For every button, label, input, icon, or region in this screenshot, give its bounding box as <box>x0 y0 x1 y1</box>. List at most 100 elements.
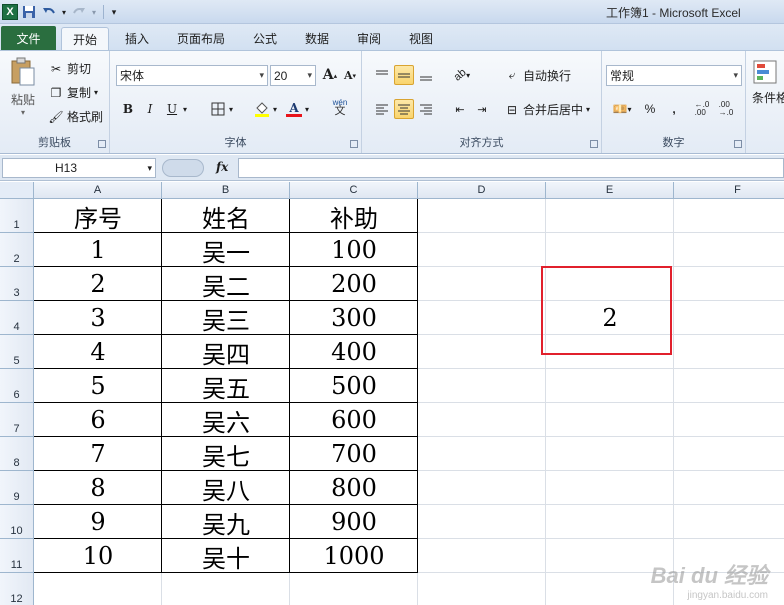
table-cell[interactable]: 吴二 <box>162 267 290 301</box>
grid-cell[interactable] <box>162 573 290 605</box>
cut-button[interactable]: ✂ 剪切 <box>48 60 91 77</box>
table-cell[interactable]: 800 <box>290 471 418 505</box>
column-header-f[interactable]: F <box>674 182 784 199</box>
row-header[interactable]: 5 <box>0 335 34 369</box>
grid-cell[interactable] <box>418 199 546 233</box>
column-header-e[interactable]: E <box>546 182 674 199</box>
column-header-d[interactable]: D <box>418 182 546 199</box>
align-middle-button[interactable] <box>394 65 414 85</box>
row-header[interactable]: 11 <box>0 539 34 573</box>
align-right-button[interactable] <box>416 99 436 119</box>
undo-icon[interactable] <box>40 3 58 21</box>
table-cell[interactable]: 吴一 <box>162 233 290 267</box>
row-header[interactable]: 4 <box>0 301 34 335</box>
excel-logo[interactable]: X <box>2 4 18 20</box>
grid-cell[interactable] <box>674 267 784 301</box>
table-cell[interactable]: 8 <box>34 471 162 505</box>
worksheet[interactable]: A B C D E F 1 2 3 4 5 6 7 8 9 10 11 12 序号 姓名 补助 1 吴一 100 2… <box>0 182 784 605</box>
row-header[interactable]: 3 <box>0 267 34 301</box>
conditional-formatting-button[interactable]: 条件格 <box>752 59 784 106</box>
table-cell[interactable]: 3 <box>34 301 162 335</box>
grid-cell[interactable] <box>674 437 784 471</box>
row-header[interactable]: 1 <box>0 199 34 233</box>
grid-cell[interactable] <box>418 335 546 369</box>
result-cell-e4[interactable]: 2 <box>546 301 674 335</box>
font-size-select[interactable]: 20 ▾ <box>270 65 316 86</box>
tab-insert[interactable]: 插入 <box>114 27 160 50</box>
tab-view[interactable]: 视图 <box>398 27 444 50</box>
align-left-button[interactable] <box>372 99 392 119</box>
grid-cell[interactable] <box>674 233 784 267</box>
underline-button[interactable]: U <box>162 99 182 119</box>
comma-button[interactable]: , <box>664 99 684 119</box>
font-color-dropdown-icon[interactable]: ▾ <box>302 99 312 119</box>
format-painter-button[interactable]: 🖌 格式刷 <box>48 108 103 125</box>
currency-format-button[interactable]: 💴 ▾ <box>608 99 636 119</box>
grid-cell[interactable] <box>418 403 546 437</box>
grid-cell[interactable] <box>546 369 674 403</box>
redo-dropdown-icon[interactable]: ▾ <box>90 3 98 21</box>
table-header-cell[interactable]: 姓名 <box>162 199 290 233</box>
row-header[interactable]: 7 <box>0 403 34 437</box>
borders-dropdown-icon[interactable]: ▾ <box>226 99 236 119</box>
customize-icon[interactable]: ▾ <box>109 3 119 21</box>
table-cell[interactable]: 吴四 <box>162 335 290 369</box>
grid-cell[interactable] <box>418 267 546 301</box>
shrink-font-button[interactable]: A ▾ <box>340 65 360 85</box>
font-name-select[interactable]: 宋体 ▾ <box>116 65 268 86</box>
grid-cell[interactable] <box>546 233 674 267</box>
table-cell[interactable]: 吴六 <box>162 403 290 437</box>
grid-cell[interactable] <box>546 505 674 539</box>
formula-input[interactable] <box>238 158 784 178</box>
save-icon[interactable] <box>20 3 38 21</box>
grid-cell[interactable] <box>418 437 546 471</box>
grid-cell[interactable] <box>674 369 784 403</box>
grid-cell[interactable] <box>546 403 674 437</box>
underline-dropdown-icon[interactable]: ▾ <box>180 99 190 119</box>
table-cell[interactable]: 500 <box>290 369 418 403</box>
table-cell[interactable]: 吴八 <box>162 471 290 505</box>
row-header[interactable]: 9 <box>0 471 34 505</box>
tab-data[interactable]: 数据 <box>294 27 340 50</box>
grid-cell[interactable] <box>418 505 546 539</box>
table-cell[interactable]: 吴七 <box>162 437 290 471</box>
table-cell[interactable]: 吴三 <box>162 301 290 335</box>
tab-file[interactable]: 文件 <box>1 26 56 50</box>
table-cell[interactable]: 10 <box>34 539 162 573</box>
paste-button[interactable]: 粘贴 ▾ <box>6 57 40 117</box>
table-cell[interactable]: 5 <box>34 369 162 403</box>
number-launcher-icon[interactable] <box>734 140 742 148</box>
table-cell[interactable]: 700 <box>290 437 418 471</box>
table-cell[interactable]: 6 <box>34 403 162 437</box>
table-cell[interactable]: 1000 <box>290 539 418 573</box>
tab-home[interactable]: 开始 <box>61 27 109 50</box>
table-cell[interactable]: 300 <box>290 301 418 335</box>
table-cell[interactable]: 1 <box>34 233 162 267</box>
orientation-button[interactable]: ab ▾ <box>448 65 476 85</box>
align-top-button[interactable] <box>372 65 392 85</box>
tab-formulas[interactable]: 公式 <box>242 27 288 50</box>
table-cell[interactable]: 4 <box>34 335 162 369</box>
grid-cell[interactable] <box>34 573 162 605</box>
insert-function-icon[interactable]: fx <box>216 160 228 174</box>
grid-cell[interactable] <box>546 437 674 471</box>
grow-font-button[interactable]: A ▴ <box>320 65 340 85</box>
grid-cell[interactable] <box>546 199 674 233</box>
italic-button[interactable]: I <box>140 99 160 119</box>
font-color-button[interactable]: A <box>284 99 304 119</box>
row-header[interactable]: 6 <box>0 369 34 403</box>
wrap-text-button[interactable]: ⤶ 自动换行 <box>504 67 571 84</box>
table-cell[interactable]: 900 <box>290 505 418 539</box>
column-header-a[interactable]: A <box>34 182 162 199</box>
table-cell[interactable]: 吴九 <box>162 505 290 539</box>
table-cell[interactable]: 400 <box>290 335 418 369</box>
name-box[interactable]: H13 ▾ <box>2 158 156 178</box>
percent-button[interactable]: % <box>640 99 660 119</box>
table-cell[interactable]: 100 <box>290 233 418 267</box>
align-bottom-button[interactable] <box>416 65 436 85</box>
decrease-indent-button[interactable]: ⇤ <box>450 99 470 119</box>
table-cell[interactable]: 2 <box>34 267 162 301</box>
grid-cell[interactable] <box>290 573 418 605</box>
borders-button[interactable] <box>208 99 228 119</box>
fill-color-button[interactable] <box>252 99 272 119</box>
